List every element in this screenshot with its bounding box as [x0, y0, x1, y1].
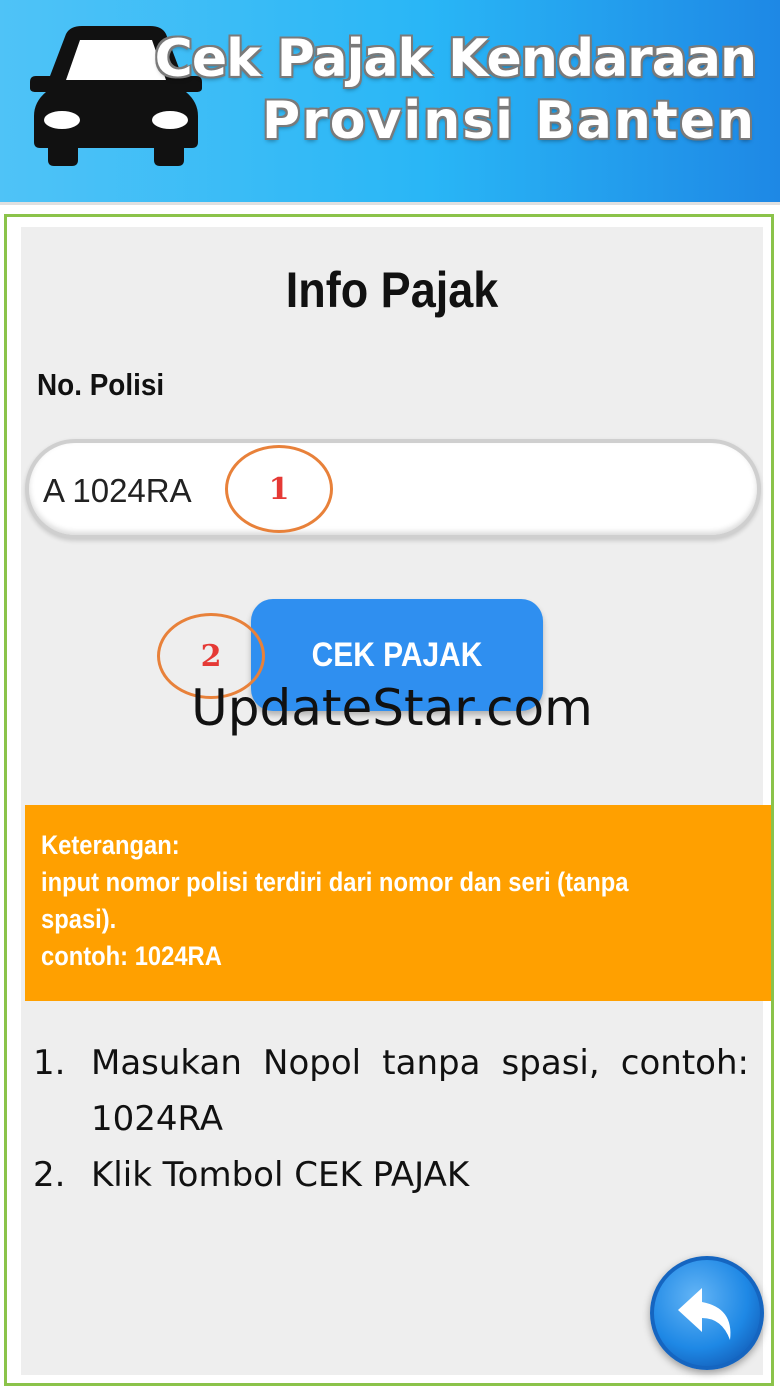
info-line: input nomor polisi terdiri dari nomor da…: [41, 867, 629, 897]
banner-title: Cek Pajak Kendaraan Provinsi Banten: [154, 28, 757, 152]
page-title: Info Pajak: [285, 262, 499, 318]
instruction-number: 2.: [33, 1155, 66, 1195]
instruction-number: 1.: [33, 1043, 66, 1083]
info-box: Keterangan: input nomor polisi terdiri d…: [25, 805, 771, 1001]
plate-number-label: No. Polisi: [37, 367, 165, 402]
info-example: contoh: 1024RA: [41, 941, 222, 971]
step-marker-1: 1: [225, 445, 333, 533]
info-line: spasi).: [41, 904, 117, 934]
back-button[interactable]: [650, 1256, 764, 1370]
header-banner: Cek Pajak Kendaraan Provinsi Banten: [0, 0, 780, 205]
banner-title-line2: Provinsi Banten: [262, 91, 756, 151]
plate-number-field[interactable]: [25, 439, 761, 539]
instruction-text: Klik Tombol CEK PAJAK: [91, 1155, 470, 1195]
phone-frame: Info Pajak No. Polisi 1 CEK PAJAK 2 Upda…: [4, 214, 774, 1386]
app-screen: Info Pajak No. Polisi 1 CEK PAJAK 2 Upda…: [21, 227, 771, 1375]
instruction-item: 1. Masukan Nopol tanpa spasi, contoh: 10…: [33, 1035, 749, 1147]
info-heading: Keterangan:: [41, 830, 180, 860]
watermark: UpdateStar.com: [191, 679, 593, 737]
cek-pajak-button-label: CEK PAJAK: [311, 635, 483, 674]
back-arrow-icon: [678, 1288, 731, 1340]
instruction-list: 1. Masukan Nopol tanpa spasi, contoh: 10…: [33, 1035, 749, 1203]
instruction-text: Masukan Nopol tanpa spasi, contoh: 1024R…: [91, 1043, 749, 1139]
instruction-item: 2. Klik Tombol CEK PAJAK: [33, 1147, 749, 1203]
banner-title-line1: Cek Pajak Kendaraan: [154, 29, 757, 89]
